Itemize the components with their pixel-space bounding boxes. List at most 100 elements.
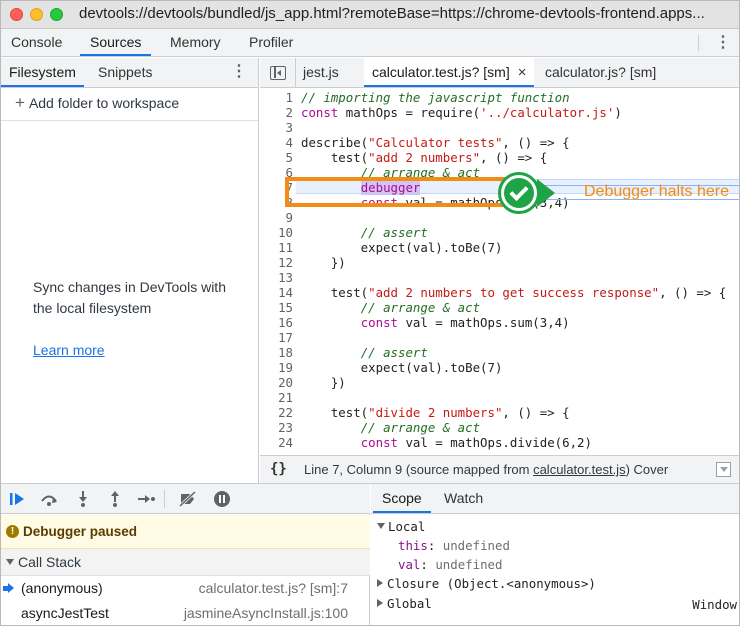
close-tab-icon[interactable]: ×: [518, 64, 527, 81]
line-number[interactable]: 15: [260, 300, 293, 315]
step-over-icon[interactable]: [39, 489, 59, 509]
line-number[interactable]: 1: [260, 90, 293, 105]
dropdown-icon[interactable]: [716, 462, 731, 477]
tab-profiler[interactable]: Profiler: [239, 29, 303, 56]
scope-panel: Scope Watch Local this: undefined val: u…: [371, 484, 739, 625]
deactivate-breakpoints-icon[interactable]: [178, 489, 198, 509]
line-number[interactable]: 2: [260, 105, 293, 120]
call-stack-header[interactable]: Call Stack: [1, 549, 370, 576]
code-line[interactable]: 18 // assert: [260, 345, 739, 360]
code-line[interactable]: 15 // arrange & act: [260, 300, 739, 315]
line-number[interactable]: 18: [260, 345, 293, 360]
tab-jest-js[interactable]: jest.js: [303, 58, 339, 87]
line-number[interactable]: 4: [260, 135, 293, 150]
line-number[interactable]: 23: [260, 420, 293, 435]
code-line[interactable]: 14 test("add 2 numbers to get success re…: [260, 285, 739, 300]
tab-scope[interactable]: Scope: [373, 484, 431, 513]
step-into-icon[interactable]: [73, 489, 93, 509]
coverage-text: Cover: [633, 462, 669, 477]
code-line[interactable]: 9: [260, 210, 739, 225]
tab-calculator-test-label: calculator.test.js? [sm]: [372, 64, 510, 80]
code-line[interactable]: 19 expect(val).toBe(7): [260, 360, 739, 375]
code-line[interactable]: 21: [260, 390, 739, 405]
code-line[interactable]: 22 test("divide 2 numbers", () => {: [260, 405, 739, 420]
code-text: // arrange & act: [360, 300, 481, 315]
tab-memory[interactable]: Memory: [160, 29, 231, 56]
tab-console[interactable]: Console: [1, 29, 72, 56]
source-map-link[interactable]: calculator.test.js: [533, 462, 626, 477]
resume-icon[interactable]: [7, 489, 27, 509]
add-folder-label: Add folder to workspace: [28, 95, 180, 111]
code-line[interactable]: 24 const val = mathOps.divide(6,2): [260, 435, 739, 450]
tab-filesystem[interactable]: Filesystem: [1, 58, 84, 87]
code-line[interactable]: 4 describe("Calculator tests", () => {: [260, 135, 739, 150]
zoom-window-button[interactable]: [50, 8, 63, 21]
line-number[interactable]: 24: [260, 435, 293, 450]
line-number[interactable]: 22: [260, 405, 293, 420]
scope-var-this[interactable]: this: undefined: [398, 538, 510, 554]
tab-calculator-js[interactable]: calculator.js? [sm]: [545, 58, 656, 87]
line-number[interactable]: 19: [260, 360, 293, 375]
tab-snippets[interactable]: Snippets: [90, 58, 160, 87]
code-text: }): [301, 255, 346, 270]
editor-status-bar: {} Line 7, Column 9 (source mapped from …: [260, 455, 739, 483]
step-icon[interactable]: [136, 489, 156, 509]
code-line[interactable]: 16 const val = mathOps.sum(3,4): [260, 315, 739, 330]
close-window-button[interactable]: [10, 8, 23, 21]
line-number[interactable]: 17: [260, 330, 293, 345]
call-frame-current[interactable]: (anonymous) calculator.test.js? [sm]:7: [1, 576, 370, 601]
frame-location[interactable]: calculator.test.js? [sm]:7: [199, 580, 348, 596]
minimize-window-button[interactable]: [30, 8, 43, 21]
learn-more-link[interactable]: Learn more: [33, 342, 105, 358]
code-editor[interactable]: 1 // importing the javascript function 2 co…: [260, 89, 739, 455]
code-line[interactable]: 12 }): [260, 255, 739, 270]
tab-sources[interactable]: Sources: [80, 29, 152, 56]
step-out-icon[interactable]: [105, 489, 125, 509]
var-name: this: [398, 538, 428, 553]
line-number[interactable]: 16: [260, 315, 293, 330]
navigator-more-icon[interactable]: ⋮: [231, 63, 247, 81]
call-frame[interactable]: asyncJestTest jasmineAsyncInstall.js:100: [1, 601, 370, 625]
code-line[interactable]: 13: [260, 270, 739, 285]
tab-calculator-test-js[interactable]: calculator.test.js? [sm] ×: [364, 58, 535, 87]
line-number[interactable]: 14: [260, 285, 293, 300]
line-number[interactable]: 9: [260, 210, 293, 225]
sync-message: Sync changes in DevTools with the local …: [33, 279, 226, 316]
line-number[interactable]: 5: [260, 150, 293, 165]
closure-label: Closure (Object.<anonymous>): [387, 576, 596, 591]
pause-on-exceptions-icon[interactable]: [212, 489, 232, 509]
line-number[interactable]: 12: [260, 255, 293, 270]
line-number[interactable]: 13: [260, 270, 293, 285]
scope-closure[interactable]: Closure (Object.<anonymous>): [377, 576, 596, 592]
add-folder-button[interactable]: + Add folder to workspace: [15, 93, 179, 113]
code-line[interactable]: 17: [260, 330, 739, 345]
line-number[interactable]: 10: [260, 225, 293, 240]
frame-location[interactable]: jasmineAsyncInstall.js:100: [184, 605, 348, 621]
line-number[interactable]: 20: [260, 375, 293, 390]
line-number[interactable]: 3: [260, 120, 293, 135]
code-text: const val = mathOps.divide(6,2): [360, 435, 592, 450]
code-line[interactable]: 3: [260, 120, 739, 135]
pretty-print-button[interactable]: {}: [270, 461, 287, 477]
code-line[interactable]: 5 test("add 2 numbers", () => {: [260, 150, 739, 165]
code-text: expect(val).toBe(7): [301, 240, 503, 255]
code-line[interactable]: 23 // arrange & act: [260, 420, 739, 435]
source-map-prefix: (source mapped from: [405, 462, 534, 477]
toggle-navigator-icon[interactable]: [270, 66, 286, 80]
code-line[interactable]: 20 }): [260, 375, 739, 390]
scope-var-val[interactable]: val: undefined: [398, 557, 502, 573]
code-line[interactable]: 1 // importing the javascript function: [260, 90, 739, 105]
line-number[interactable]: 11: [260, 240, 293, 255]
code-line[interactable]: 2 const mathOps = require('../calculator.…: [260, 105, 739, 120]
code-line[interactable]: 10 // assert: [260, 225, 739, 240]
cursor-position-text: Line 7, Column 9 (source mapped from cal…: [304, 462, 668, 477]
line-number[interactable]: 21: [260, 390, 293, 405]
more-options-icon[interactable]: ⋮: [715, 34, 731, 52]
editor-tab-divider: [295, 58, 296, 88]
scope-global[interactable]: Global: [377, 596, 432, 612]
code-line[interactable]: 11 expect(val).toBe(7): [260, 240, 739, 255]
pause-info-icon: !: [6, 525, 19, 538]
scope-local[interactable]: Local: [377, 519, 425, 535]
debugger-sidebar: ! Debugger paused Call Stack (anonymous)…: [1, 484, 370, 625]
tab-watch[interactable]: Watch: [435, 484, 492, 513]
